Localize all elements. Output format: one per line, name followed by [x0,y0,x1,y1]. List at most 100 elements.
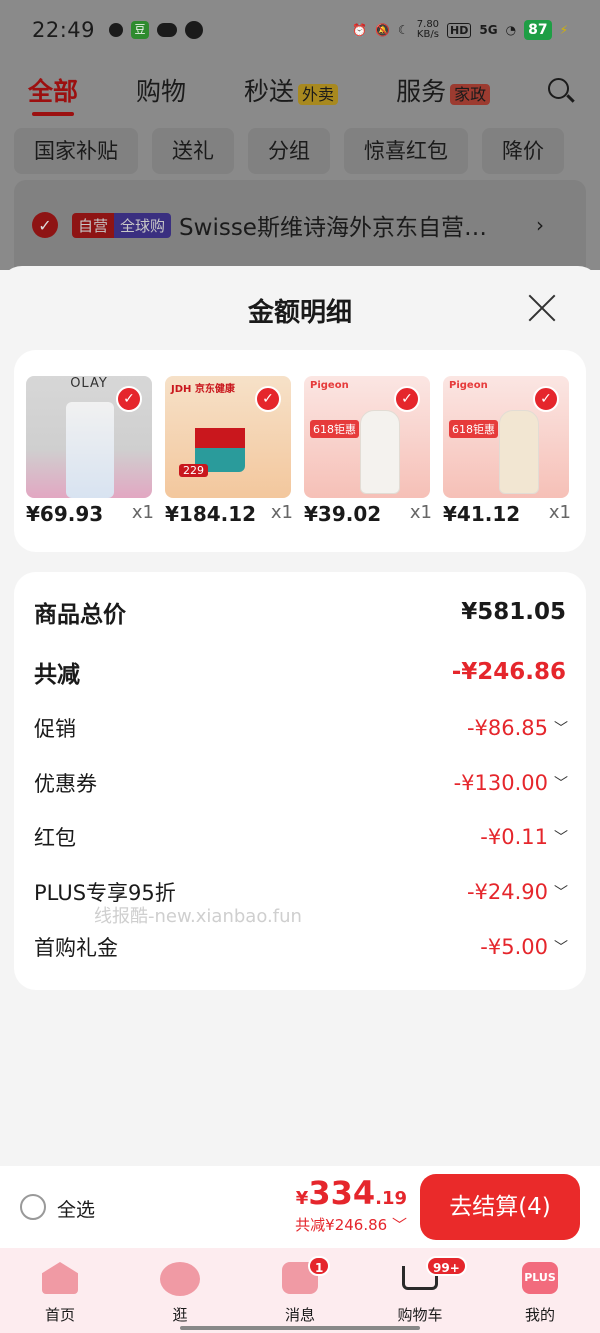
net-speed: 7.80 KB/s [417,20,439,40]
coupon-row[interactable]: 优惠券 -¥130.00 ﹀ [34,763,568,803]
tab-instant-delivery[interactable]: 秒送 外卖 [244,72,339,108]
total-wrap[interactable]: ¥334.19 共减¥246.86 ﹀ [295,1174,407,1235]
global-purchase-tag: 全球购 [114,212,172,238]
price-detail-card: 商品总价 ¥581.05 共减 -¥246.86 促销 -¥86.85 ﹀ 优惠… [14,572,586,990]
product-image: JDH 京东健康 229 ✓ [165,376,291,498]
plus-discount-value: -¥24.90 [466,880,548,904]
store-checkbox[interactable]: ✓ [32,212,58,238]
subtotal-label: 商品总价 [34,602,126,628]
total-saved-label: 共减¥246.86 [295,1216,388,1234]
select-all-label[interactable]: 全选 [57,1195,95,1222]
amount-detail-sheet: 金额明细 OLAY ✓ ¥69.93 x1 JDH 京东健康 229 ✓ ¥18… [0,266,600,1166]
chevron-right-icon: › [536,213,545,237]
signal-icon: 5G [479,23,498,37]
mute-icon: 🔕 [375,23,391,37]
nav-cart-label: 购物车 [397,1306,443,1324]
promotion-value: -¥86.85 [466,716,548,740]
red-packet-label: 红包 [34,826,76,850]
chevron-down-icon: ﹀ [554,830,568,846]
filter-chip[interactable]: 送礼 [152,128,234,174]
filter-chip[interactable]: 分组 [248,128,330,174]
tab-shopping-label: 购物 [136,77,187,106]
promotion-label: 促销 [34,717,76,741]
currency-symbol: ¥ [295,1188,309,1209]
product-quantity: x1 [548,502,571,523]
sheet-title: 金额明细 [247,298,352,328]
total-discount-label: 共减 [34,662,80,688]
bottle-shape [360,410,400,494]
search-icon[interactable] [548,78,575,104]
check-icon: ✓ [533,386,559,412]
wifi-icon: ◔ [505,23,517,37]
product-brand: Pigeon [310,380,349,391]
product-image: Pigeon 618钜惠 ✓ [304,376,430,498]
product-item[interactable]: Pigeon 618钜惠 ✓ ¥39.02 x1 [304,376,432,526]
home-icon [42,1262,78,1294]
status-bar: 22:49 豆 ⏰ 🔕 ☾ 7.80 KB/s HD 5G ◔ 87 ⚡ [0,0,600,60]
filter-chip[interactable]: 降价 [482,128,564,174]
message-badge: 1 [308,1256,331,1276]
store-row[interactable]: ✓ 自营 全球购 Swisse斯维诗海外京东自营… › [14,180,586,270]
product-tag: 618钜惠 [449,420,498,438]
product-quantity: x1 [270,502,293,523]
plus-icon: PLUS [522,1262,558,1294]
chevron-down-icon: ﹀ [391,1216,407,1234]
nav-browse[interactable]: 逛 [120,1248,240,1333]
product-item[interactable]: Pigeon 618钜惠 ✓ ¥41.12 x1 [443,376,571,526]
nav-messages[interactable]: 1 消息 [240,1248,360,1333]
check-icon: ✓ [394,386,420,412]
nav-home[interactable]: 首页 [0,1248,120,1333]
alarm-icon: ⏰ [352,23,368,37]
first-purchase-row[interactable]: 首购礼金 -¥5.00 ﹀ [34,927,568,967]
product-image: Pigeon 618钜惠 ✓ [443,376,569,498]
total-discount-row: 共减 -¥246.86 [34,652,566,692]
tab-all[interactable]: 全部 [28,72,78,116]
product-price: ¥41.12 [443,502,521,526]
chevron-down-icon: ﹀ [554,776,568,792]
close-icon[interactable] [528,294,556,322]
product-quantity: x1 [409,502,432,523]
total-saved[interactable]: 共减¥246.86 ﹀ [295,1214,407,1235]
first-purchase-value: -¥5.00 [480,935,548,959]
top-tabs: 全部 购物 秒送 外卖 服务 家政 [0,60,600,120]
product-item[interactable]: JDH 京东健康 229 ✓ ¥184.12 x1 [165,376,293,526]
checkout-button[interactable]: 去结算(4) [420,1174,580,1240]
product-tag: 229 [179,464,208,477]
coupon-value: -¥130.00 [453,771,548,795]
nav-cart[interactable]: 99+ 购物车 [360,1248,480,1333]
filter-chip[interactable]: 惊喜红包 [344,128,468,174]
filter-row: 国家补贴 送礼 分组 惊喜红包 降价 [14,128,564,174]
nav-mine[interactable]: PLUS 我的 [480,1248,600,1333]
red-packet-row[interactable]: 红包 -¥0.11 ﹀ [34,817,568,857]
self-operated-tag: 自营 [72,212,115,238]
store-name: Swisse斯维诗海外京东自营… [179,215,487,241]
product-item[interactable]: OLAY ✓ ¥69.93 x1 [26,376,154,526]
products-card: OLAY ✓ ¥69.93 x1 JDH 京东健康 229 ✓ ¥184.12 … [14,350,586,552]
filter-chip[interactable]: 国家补贴 [14,128,138,174]
hd-icon: HD [447,22,472,38]
home-indicator[interactable] [180,1326,420,1330]
chevron-down-icon: ﹀ [554,885,568,901]
douban-icon: 豆 [131,21,150,39]
charging-icon: ⚡ [559,23,568,37]
checkout-bar: 全选 ¥334.19 共减¥246.86 ﹀ 去结算(4) [0,1166,600,1248]
subtotal-row: 商品总价 ¥581.05 [34,592,566,632]
nav-mine-label: 我的 [524,1306,555,1324]
tab-services[interactable]: 服务 家政 [396,72,491,108]
product-quantity: x1 [131,502,154,523]
nav-browse-label: 逛 [172,1306,188,1324]
coupon-label: 优惠券 [34,772,97,796]
product-tag: 618钜惠 [310,420,359,438]
tab-shopping[interactable]: 购物 [136,72,186,108]
status-time: 22:49 [32,18,96,42]
product-image: OLAY ✓ [26,376,152,498]
total-decimal: .19 [375,1188,407,1209]
chevron-down-icon: ﹀ [554,940,568,956]
red-packet-value: -¥0.11 [480,825,548,849]
promotion-row[interactable]: 促销 -¥86.85 ﹀ [34,708,568,748]
select-all-checkbox[interactable] [20,1194,46,1220]
chevron-down-icon: ﹀ [554,721,568,737]
cloud-icon [157,23,178,37]
check-icon: ✓ [255,386,281,412]
tab-services-label: 服务 [396,77,447,106]
